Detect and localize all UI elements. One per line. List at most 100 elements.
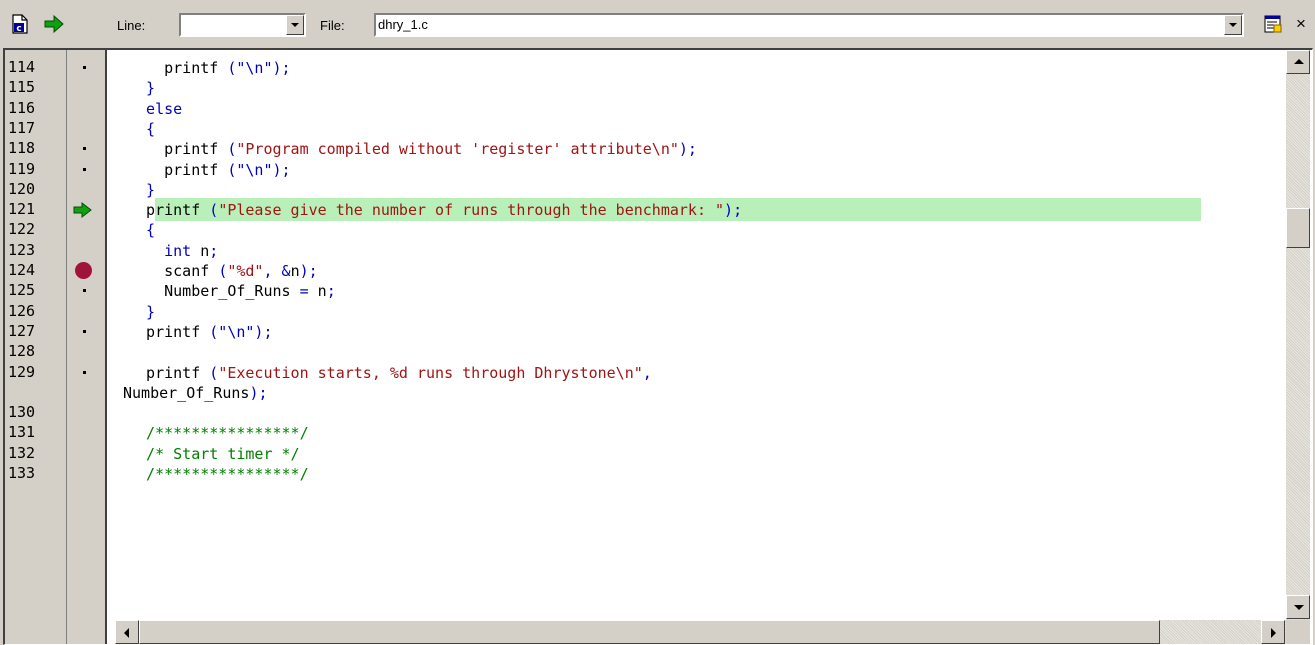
- code-token: printf: [128, 140, 228, 159]
- line-number: 114: [8, 58, 36, 76]
- code-token: /****************/: [128, 424, 309, 443]
- line-number: 131: [8, 423, 36, 442]
- horizontal-scrollbar[interactable]: [115, 620, 1286, 644]
- gutter-divider: [66, 50, 67, 644]
- code-token: n: [290, 262, 300, 280]
- file-label: File:: [320, 18, 345, 33]
- close-icon[interactable]: ×: [1290, 13, 1312, 35]
- code-line[interactable]: printf ("\n");: [128, 322, 273, 341]
- line-number: 128: [8, 342, 36, 361]
- code-line[interactable]: }: [128, 79, 155, 97]
- line-number: 116: [8, 98, 36, 117]
- line-number: 126: [8, 301, 36, 320]
- executable-line-marker[interactable]: [83, 147, 86, 151]
- file-combo[interactable]: dhry_1.c: [374, 13, 1244, 37]
- executable-line-marker[interactable]: [83, 66, 86, 69]
- scroll-up-button[interactable]: [1286, 50, 1310, 74]
- file-value: dhry_1.c: [378, 17, 428, 32]
- code-line[interactable]: /* Start timer */: [128, 445, 300, 463]
- executable-line-marker[interactable]: [83, 329, 86, 333]
- code-token: printf: [128, 363, 210, 382]
- line-number: 115: [8, 78, 36, 97]
- line-number: 124: [8, 261, 36, 279]
- code-token: printf: [128, 59, 228, 77]
- code-token: "Program compiled without 'register' att…: [236, 140, 679, 159]
- scroll-left-button[interactable]: [115, 620, 139, 644]
- scroll-right-button[interactable]: [1261, 620, 1285, 644]
- code-token: n: [200, 241, 210, 260]
- vertical-scroll-thumb[interactable]: [1286, 208, 1310, 248]
- code-line[interactable]: else: [128, 100, 182, 118]
- gutter: 114 115 116 117 118 119 120 121 122 123 124 125 126 1…: [5, 50, 107, 644]
- executable-line-marker[interactable]: [83, 167, 86, 171]
- code-token: =: [299, 282, 318, 301]
- code-line[interactable]: printf ("\n");: [128, 160, 291, 179]
- line-number: 127: [8, 321, 36, 340]
- line-dropdown-button[interactable]: [286, 15, 304, 35]
- code-line[interactable]: printf ("Execution starts, %d runs throu…: [128, 364, 652, 382]
- current-line-arrow-icon: [73, 201, 93, 219]
- code-token: ("\n");: [227, 160, 291, 179]
- properties-icon[interactable]: [1262, 13, 1284, 35]
- code-line[interactable]: printf ("Please give the number of runs …: [128, 201, 742, 219]
- code-line[interactable]: }: [128, 303, 155, 321]
- go-arrow-icon[interactable]: [43, 13, 65, 35]
- svg-text:c: c: [16, 24, 21, 34]
- code-token: }: [128, 79, 156, 98]
- line-number: 121: [8, 200, 36, 219]
- code-line[interactable]: int n;: [128, 242, 218, 260]
- code-token: "Execution starts, %d runs through Dhrys…: [218, 363, 643, 382]
- code-token: printf: [128, 160, 228, 179]
- code-line[interactable]: Number_Of_Runs);: [123, 384, 268, 402]
- code-token: ;: [326, 282, 336, 301]
- line-number: 122: [8, 220, 36, 239]
- code-line[interactable]: {: [128, 120, 155, 138]
- code-token: else: [128, 99, 183, 118]
- line-number: 130: [8, 403, 36, 422]
- horizontal-scroll-thumb[interactable]: [139, 620, 1160, 644]
- code-line[interactable]: }: [128, 181, 155, 199]
- line-number: 120: [8, 179, 36, 198]
- vertical-scrollbar[interactable]: [1286, 50, 1310, 620]
- line-combo[interactable]: [179, 13, 306, 37]
- code-token: (: [209, 201, 219, 220]
- c-file-icon[interactable]: c: [9, 13, 31, 35]
- line-label: Line:: [117, 18, 146, 33]
- file-dropdown-button[interactable]: [1224, 15, 1242, 35]
- code-area[interactable]: printf ("\n"); } else { printf ("Program…: [115, 50, 1285, 619]
- toolbar: c Line: File: dhry_1.c ×: [0, 0, 1315, 48]
- code-token: }: [128, 302, 156, 321]
- line-number: 125: [8, 281, 36, 300]
- code-token: (: [218, 262, 228, 280]
- code-token: scanf: [128, 262, 219, 280]
- code-token: ,: [642, 363, 652, 382]
- code-token: ("\n");: [209, 322, 273, 341]
- line-number: 119: [8, 159, 36, 178]
- code-token: }: [128, 180, 156, 199]
- line-number: 117: [8, 118, 36, 137]
- code-token: printf: [128, 322, 210, 341]
- gutter-edge: [105, 50, 107, 644]
- executable-line-marker[interactable]: [83, 370, 86, 374]
- code-token: int: [128, 241, 201, 260]
- source-editor[interactable]: 114 115 116 117 118 119 120 121 122 123 124 125 126 1…: [3, 48, 1313, 645]
- code-line[interactable]: /****************/: [128, 465, 309, 483]
- code-line[interactable]: Number_Of_Runs = n;: [128, 282, 336, 300]
- code-token: Number_Of_Runs: [128, 282, 300, 301]
- code-line[interactable]: {: [128, 221, 155, 239]
- scroll-down-button[interactable]: [1286, 595, 1310, 619]
- code-line[interactable]: printf ("Program compiled without 'regis…: [128, 140, 697, 158]
- code-line[interactable]: printf ("\n");: [128, 59, 291, 77]
- code-token: ("\n");: [227, 59, 291, 77]
- line-number: 118: [8, 139, 36, 158]
- code-token: "Please give the number of runs through …: [218, 201, 725, 220]
- code-token: );: [678, 140, 697, 159]
- breakpoint-icon[interactable]: [75, 262, 92, 279]
- code-token: printf: [128, 201, 210, 220]
- code-token: "%d": [227, 262, 264, 280]
- code-line[interactable]: scanf ("%d", &n);: [128, 262, 318, 280]
- code-line[interactable]: /****************/: [128, 424, 309, 442]
- executable-line-marker[interactable]: [83, 289, 86, 293]
- line-number: 132: [8, 443, 36, 462]
- code-token: );: [299, 262, 318, 280]
